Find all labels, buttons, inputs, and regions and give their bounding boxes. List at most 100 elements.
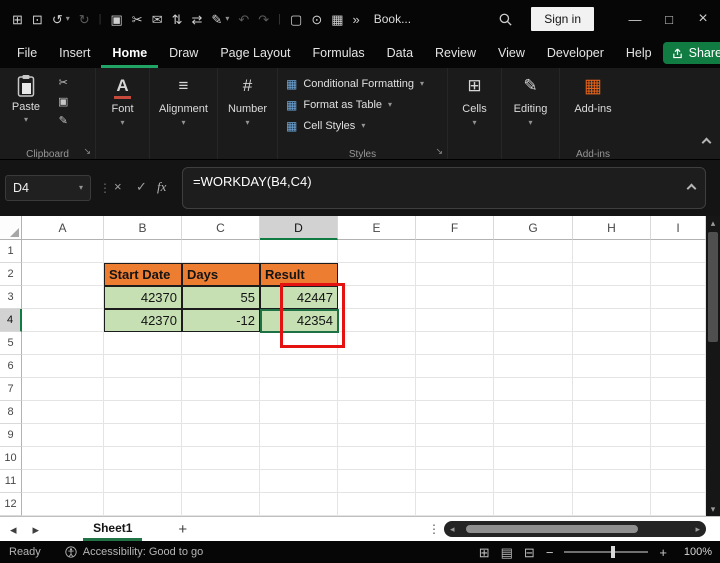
- cell-B10[interactable]: [104, 447, 182, 470]
- cell-H3[interactable]: [573, 286, 651, 309]
- format-as-table-button[interactable]: ▦ Format as Table ▾: [278, 94, 447, 115]
- zoom-slider-thumb[interactable]: [610, 546, 615, 558]
- cell-C6[interactable]: [182, 355, 260, 378]
- column-header-I[interactable]: I: [651, 216, 706, 240]
- row-header-7[interactable]: 7: [0, 378, 22, 401]
- cell-I3[interactable]: [651, 286, 706, 309]
- cell-E11[interactable]: [338, 470, 416, 493]
- cell-D1[interactable]: [260, 240, 338, 263]
- add-sheet-button[interactable]: +: [178, 522, 187, 537]
- next-sheet-icon[interactable]: ▸: [33, 523, 40, 536]
- cell-D4[interactable]: 42354: [260, 309, 338, 332]
- cell-A9[interactable]: [22, 424, 104, 447]
- cell-D2[interactable]: Result: [260, 263, 338, 286]
- cell-G9[interactable]: [494, 424, 573, 447]
- cell-C9[interactable]: [182, 424, 260, 447]
- cell-F8[interactable]: [416, 401, 494, 424]
- clipboard-dialog-launcher-icon[interactable]: ↘: [83, 146, 91, 157]
- font-group-button[interactable]: A Font ▾: [96, 68, 150, 159]
- cell-E10[interactable]: [338, 447, 416, 470]
- redo-icon[interactable]: ↻: [79, 13, 90, 26]
- cell-E1[interactable]: [338, 240, 416, 263]
- styles-dialog-launcher-icon[interactable]: ↘: [435, 146, 443, 157]
- cell-B8[interactable]: [104, 401, 182, 424]
- cell-D9[interactable]: [260, 424, 338, 447]
- menu-tab-review[interactable]: Review: [424, 38, 487, 68]
- cell-B7[interactable]: [104, 378, 182, 401]
- redo-alt-icon[interactable]: ↷: [258, 13, 269, 26]
- maximize-button[interactable]: □: [652, 0, 686, 38]
- insert-function-icon[interactable]: fx: [157, 180, 166, 193]
- row-header-2[interactable]: 2: [0, 263, 22, 286]
- column-header-D[interactable]: D: [260, 216, 338, 240]
- cut-icon[interactable]: ✂: [59, 78, 68, 89]
- menu-tab-page-layout[interactable]: Page Layout: [209, 38, 301, 68]
- column-header-F[interactable]: F: [416, 216, 494, 240]
- minimize-button[interactable]: —: [618, 0, 652, 38]
- cell-F12[interactable]: [416, 493, 494, 516]
- overflow-icon[interactable]: »: [353, 13, 360, 26]
- row-header-11[interactable]: 11: [0, 470, 22, 493]
- alignment-group-button[interactable]: ≡ Alignment ▾: [150, 68, 218, 159]
- cell-H10[interactable]: [573, 447, 651, 470]
- cell-H1[interactable]: [573, 240, 651, 263]
- cell-I12[interactable]: [651, 493, 706, 516]
- row-header-9[interactable]: 9: [0, 424, 22, 447]
- cell-F10[interactable]: [416, 447, 494, 470]
- cell-C10[interactable]: [182, 447, 260, 470]
- save-icon[interactable]: ⊡: [32, 13, 43, 26]
- menu-tab-help[interactable]: Help: [615, 38, 663, 68]
- sign-in-button[interactable]: Sign in: [531, 7, 594, 31]
- cell-F7[interactable]: [416, 378, 494, 401]
- zoom-out-icon[interactable]: −: [546, 546, 554, 559]
- cell-D11[interactable]: [260, 470, 338, 493]
- cell-G7[interactable]: [494, 378, 573, 401]
- page-break-view-icon[interactable]: ⊟: [524, 546, 535, 559]
- row-header-5[interactable]: 5: [0, 332, 22, 355]
- cancel-icon[interactable]: ×: [114, 180, 122, 193]
- cell-H11[interactable]: [573, 470, 651, 493]
- scroll-left-icon[interactable]: ◂: [450, 522, 455, 536]
- cell-B4[interactable]: 42370: [104, 309, 182, 332]
- accessibility-status[interactable]: Accessibility: Good to go: [83, 546, 203, 558]
- add-ins-group-button[interactable]: ▦ Add-ins Add-ins: [560, 68, 626, 160]
- cell-D6[interactable]: [260, 355, 338, 378]
- cell-D5[interactable]: [260, 332, 338, 355]
- normal-view-icon[interactable]: ⊞: [479, 546, 490, 559]
- menu-tab-insert[interactable]: Insert: [48, 38, 101, 68]
- cell-F4[interactable]: [416, 309, 494, 332]
- row-header-4[interactable]: 4: [0, 309, 22, 332]
- cell-B2[interactable]: Start Date: [104, 263, 182, 286]
- cell-B3[interactable]: 42370: [104, 286, 182, 309]
- row-header-12[interactable]: 12: [0, 493, 22, 516]
- cell-I10[interactable]: [651, 447, 706, 470]
- keyboard-icon[interactable]: ▦: [331, 13, 343, 26]
- cell-E7[interactable]: [338, 378, 416, 401]
- menu-tab-file[interactable]: File: [6, 38, 48, 68]
- collapse-ribbon-button[interactable]: [701, 133, 712, 151]
- name-box[interactable]: D4 ▾: [5, 175, 91, 201]
- number-group-button[interactable]: # Number ▾: [218, 68, 278, 159]
- cell-H6[interactable]: [573, 355, 651, 378]
- format-painter-icon[interactable]: ✎: [59, 116, 68, 127]
- cell-A7[interactable]: [22, 378, 104, 401]
- cell-E2[interactable]: [338, 263, 416, 286]
- cell-G1[interactable]: [494, 240, 573, 263]
- mail-icon[interactable]: ✉: [152, 13, 163, 26]
- cell-A2[interactable]: [22, 263, 104, 286]
- horizontal-scrollbar[interactable]: ◂ ▸: [444, 521, 706, 537]
- search-icon[interactable]: [498, 12, 513, 27]
- collapse-formula-bar-icon[interactable]: [686, 180, 697, 195]
- zoom-in-icon[interactable]: +: [659, 546, 667, 559]
- cell-I7[interactable]: [651, 378, 706, 401]
- cell-A12[interactable]: [22, 493, 104, 516]
- cell-E6[interactable]: [338, 355, 416, 378]
- cell-B1[interactable]: [104, 240, 182, 263]
- cell-G5[interactable]: [494, 332, 573, 355]
- undo-dropdown-icon[interactable]: ▾: [66, 15, 70, 23]
- horizontal-scrollbar-thumb[interactable]: [466, 525, 638, 533]
- column-header-C[interactable]: C: [182, 216, 260, 240]
- cell-G12[interactable]: [494, 493, 573, 516]
- cell-E5[interactable]: [338, 332, 416, 355]
- cell-F2[interactable]: [416, 263, 494, 286]
